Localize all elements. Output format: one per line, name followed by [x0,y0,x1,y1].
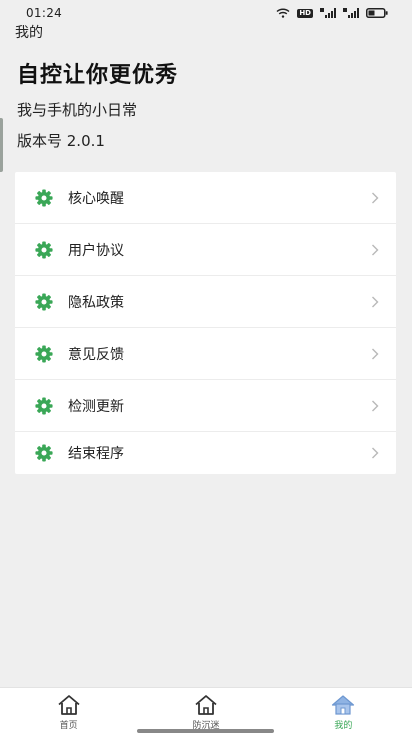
gear-icon [35,240,53,259]
gear-icon [35,396,53,415]
tab-label: 首页 [59,721,78,731]
menu-item-user-agreement[interactable]: 用户协议 [15,224,396,276]
status-bar: 01:24 HD [0,0,412,22]
menu-item-check-update[interactable]: 检测更新 [15,380,396,432]
tab-mine[interactable]: 我的 [275,688,412,738]
settings-menu: 核心唤醒 用户协议 隐私政策 意见反馈 检测更新 结束程序 [15,172,396,474]
chevron-right-icon [372,296,379,307]
chevron-right-icon [372,348,379,359]
menu-item-core-wake[interactable]: 核心唤醒 [15,172,396,224]
chevron-right-icon [372,244,379,255]
menu-item-label: 意见反馈 [68,346,124,363]
menu-item-label: 用户协议 [68,242,124,259]
signal-4g-icon [320,8,336,18]
menu-item-label: 检测更新 [68,398,124,415]
menu-item-label: 隐私政策 [68,294,124,311]
page-title: 自控让你更优秀 [17,63,179,88]
tab-home[interactable]: 首页 [0,688,137,738]
page-subtitle: 我与手机的小日常 [17,101,138,119]
menu-item-feedback[interactable]: 意见反馈 [15,328,396,380]
menu-item-label: 结束程序 [68,446,124,462]
home-icon [332,695,355,715]
signal-4g-icon [343,8,359,18]
battery-icon [366,8,388,18]
chevron-right-icon [372,400,379,411]
tab-label: 我的 [334,721,353,731]
menu-item-label: 核心唤醒 [68,190,124,207]
home-icon [58,695,80,715]
version-text: 版本号 2.0.1 [17,132,105,150]
gear-icon [35,344,53,363]
wifi-icon [276,8,290,18]
hd-icon: HD [297,8,313,18]
chevron-right-icon [372,447,379,459]
menu-item-exit-app[interactable]: 结束程序 [15,432,396,474]
gear-icon [35,292,53,311]
gear-icon [35,444,53,462]
edge-drag-handle[interactable] [0,118,3,172]
status-icons: HD [276,8,388,18]
gear-icon [35,188,53,207]
status-time: 01:24 [26,6,63,20]
home-indicator[interactable] [137,729,274,733]
top-label: 我的 [15,25,43,41]
chevron-right-icon [372,192,379,203]
home-icon [195,695,217,715]
menu-item-privacy-policy[interactable]: 隐私政策 [15,276,396,328]
